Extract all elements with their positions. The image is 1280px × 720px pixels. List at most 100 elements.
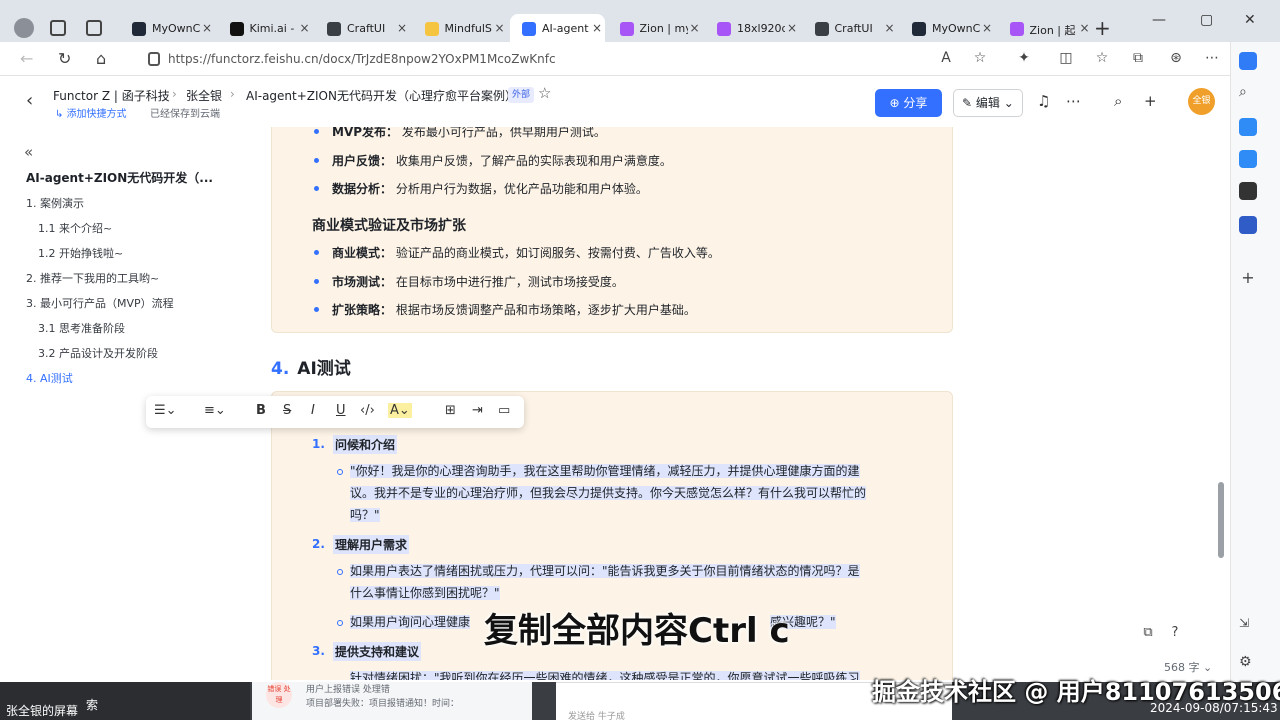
read-aloud-icon[interactable]: A: [938, 50, 954, 66]
url-field[interactable]: https://functorz.feishu.cn/docx/TrJzdE8n…: [140, 48, 1200, 72]
strikethrough-icon[interactable]: S: [283, 403, 291, 418]
home-icon[interactable]: ⌂: [96, 49, 106, 68]
more-icon[interactable]: ⋯: [1066, 92, 1081, 110]
favorites-icon[interactable]: ☆: [1094, 50, 1110, 66]
collections-icon[interactable]: ⧉: [1130, 50, 1146, 66]
add-sidebar-icon[interactable]: +: [1239, 268, 1257, 287]
outline-item[interactable]: 1.1 来个介绍~: [38, 220, 112, 236]
code-icon[interactable]: ‹/›: [360, 403, 375, 418]
app-icon[interactable]: [1239, 182, 1257, 200]
tab-label: CraftUI: [834, 22, 873, 35]
list-style-icon[interactable]: ☰⌄: [154, 403, 177, 418]
browser-tab[interactable]: Kimi.ai - F×: [218, 14, 313, 44]
baidu-icon[interactable]: [1239, 216, 1257, 234]
tab-close-icon[interactable]: ×: [397, 21, 407, 35]
text-color-icon[interactable]: A⌄: [388, 403, 412, 418]
tab-favicon: [619, 22, 634, 36]
copilot-icon[interactable]: [1239, 52, 1257, 70]
reload-icon[interactable]: ↻: [58, 49, 71, 68]
sidebar-collapse-icon[interactable]: ⇲: [1239, 616, 1257, 634]
maximize-button[interactable]: ▢: [1200, 12, 1213, 28]
scrollbar-thumb[interactable]: [1218, 482, 1224, 558]
outline-item[interactable]: 1.2 开始挣钱啦~: [38, 245, 123, 261]
tab-actions-icon[interactable]: [86, 20, 102, 36]
extensions-icon[interactable]: ✦: [1016, 50, 1032, 66]
clock: 2024-09-08/07:15:43: [1150, 701, 1278, 715]
outline-item[interactable]: 3. 最小可行产品（MVP）流程: [26, 295, 174, 311]
copy-icon[interactable]: ⧉: [1139, 625, 1157, 643]
search-label[interactable]: 索: [86, 696, 98, 713]
tab-close-icon[interactable]: ×: [592, 21, 602, 35]
tab-close-icon[interactable]: ×: [300, 21, 310, 35]
settings-gear-icon[interactable]: ⚙: [1239, 654, 1257, 672]
align-icon[interactable]: ≡⌄: [204, 403, 226, 418]
tab-close-icon[interactable]: ×: [1080, 21, 1090, 35]
back-arrow-icon[interactable]: ‹: [26, 90, 33, 111]
tab-close-icon[interactable]: ×: [690, 21, 700, 35]
minimize-button[interactable]: —: [1152, 12, 1166, 28]
breadcrumb-folder[interactable]: 张全银: [186, 87, 222, 104]
tab-close-icon[interactable]: ×: [787, 21, 797, 35]
outline-item[interactable]: 4. AI测试: [26, 370, 73, 386]
browser-tab[interactable]: Zion | my ×: [608, 14, 703, 44]
new-tab-button[interactable]: +: [1094, 16, 1111, 40]
bullet-item: 数据分析： 分析用户行为数据，优化产品功能和用户体验。: [332, 182, 648, 196]
blocks-icon[interactable]: ⊞: [445, 403, 456, 418]
extension-icon[interactable]: ⊛: [1168, 50, 1184, 66]
sub-bullet: [337, 569, 343, 575]
user-avatar[interactable]: 全银: [1188, 88, 1215, 115]
tab-close-icon[interactable]: ×: [885, 21, 895, 35]
outline-item[interactable]: 1. 案例演示: [26, 195, 84, 211]
format-toolbar: ☰⌄ ≡⌄ B S I U ‹/› A⌄ ⊞ ⇥ ▭: [146, 396, 524, 428]
share-button[interactable]: ⊕ 分享: [875, 89, 942, 117]
back-nav-icon[interactable]: ←: [20, 49, 33, 68]
underline-icon[interactable]: U: [336, 403, 346, 418]
outline-doc-title[interactable]: AI-agent+ZION无代码开发（...: [26, 169, 213, 186]
edit-mode-button[interactable]: ✎ 编辑 ⌄: [953, 89, 1023, 117]
tab-close-icon[interactable]: ×: [495, 21, 505, 35]
breadcrumb-separator: ›: [172, 87, 177, 101]
browser-tab[interactable]: CraftUI ×: [803, 14, 898, 44]
wrap-icon[interactable]: ⇥: [472, 403, 483, 418]
app-icon[interactable]: [1239, 150, 1257, 168]
browser-tab[interactable]: 18xl920q ×: [705, 14, 800, 44]
outline-item[interactable]: 3.1 思考准备阶段: [38, 320, 125, 336]
favorite-star-icon[interactable]: ☆: [972, 50, 988, 66]
browser-tab[interactable]: MyOwnC ×: [120, 14, 215, 44]
search-icon[interactable]: ⌕: [1239, 84, 1257, 102]
browser-tab[interactable]: AI-agent ×: [510, 14, 605, 44]
notification-card[interactable]: 错误 处理 用户上报错误 处理错 项目部署失败：项目报错通知！时间：: [252, 682, 532, 720]
outline-item[interactable]: 3.2 产品设计及开发阶段: [38, 345, 158, 361]
video-caption: 复制全部内容Ctrl c: [484, 611, 790, 651]
doc-title-crumb[interactable]: AI-agent+ZION无代码开发（心理疗愈平台案例）: [246, 87, 517, 104]
add-icon[interactable]: +: [1144, 92, 1157, 110]
italic-icon[interactable]: I: [311, 403, 315, 418]
browser-tab[interactable]: Zion | 起 ×: [998, 14, 1093, 44]
collapse-outline-icon[interactable]: «: [24, 143, 33, 161]
browser-tab[interactable]: MindfulS ×: [413, 14, 508, 44]
workspaces-icon[interactable]: [50, 20, 66, 36]
browser-tab[interactable]: CraftUI ×: [315, 14, 410, 44]
star-icon[interactable]: ☆: [538, 84, 551, 102]
bullet-dot: [314, 186, 319, 191]
help-icon[interactable]: ?: [1166, 625, 1184, 643]
more-menu-icon[interactable]: ⋯: [1204, 50, 1220, 66]
add-shortcut-link[interactable]: ↳ 添加快捷方式: [55, 105, 127, 120]
browser-tab[interactable]: MyOwnC ×: [900, 14, 995, 44]
profile-avatar[interactable]: [14, 18, 34, 38]
bullet-dot: [314, 157, 319, 163]
breadcrumb-workspace[interactable]: Functor Z | 函子科技: [53, 87, 170, 104]
close-window-button[interactable]: ✕: [1244, 12, 1256, 28]
paragraph: 针对情绪困扰："我听到你在经历一些困难的情绪，这种感受是正常的，你愿意试试一些呼…: [350, 667, 950, 680]
tab-favicon: [132, 22, 146, 36]
translate-icon[interactable]: [1239, 118, 1257, 136]
breadcrumb-separator: ›: [230, 87, 235, 101]
split-screen-icon[interactable]: ◫: [1058, 50, 1074, 66]
bell-icon[interactable]: ♫: [1037, 92, 1050, 110]
tab-close-icon[interactable]: ×: [202, 21, 212, 35]
bold-icon[interactable]: B: [256, 403, 266, 418]
comment-icon[interactable]: ▭: [498, 403, 510, 418]
outline-item[interactable]: 2. 推荐一下我用的工具哟~: [26, 270, 159, 286]
search-icon[interactable]: ⌕: [1114, 92, 1122, 110]
tab-close-icon[interactable]: ×: [982, 21, 992, 35]
